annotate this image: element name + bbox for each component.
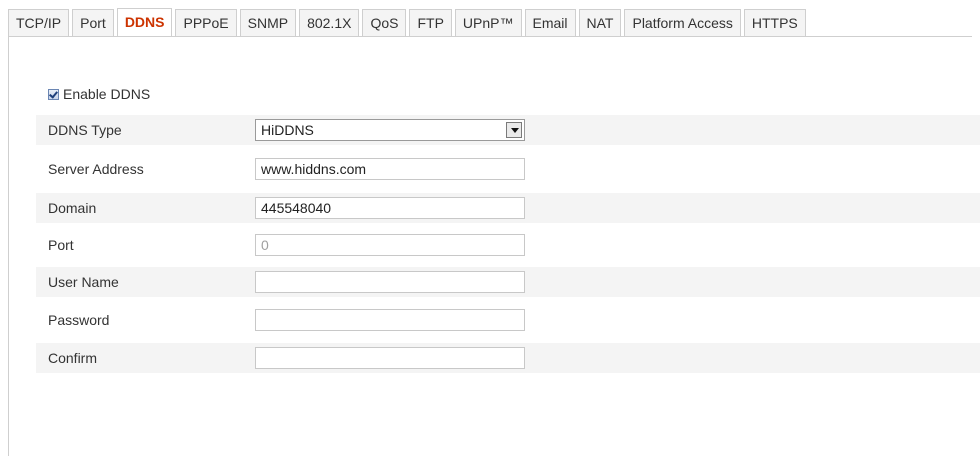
password-input[interactable] xyxy=(255,309,525,331)
enable-ddns-label: Enable DDNS xyxy=(63,86,151,102)
confirm-label: Confirm xyxy=(48,350,98,366)
port-label: Port xyxy=(48,237,74,253)
server-address-label: Server Address xyxy=(48,161,144,177)
tab-nat[interactable]: NAT xyxy=(578,9,622,37)
server-address-row: Server Address www.hiddns.com xyxy=(36,154,980,184)
tab-snmp[interactable]: SNMP xyxy=(239,9,297,37)
ddns-type-row: DDNS Type HiDDNS xyxy=(36,115,980,145)
confirm-row: Confirm xyxy=(36,343,980,373)
user-name-label: User Name xyxy=(48,274,119,290)
tab-ddns[interactable]: DDNS xyxy=(116,8,173,37)
tab-qos[interactable]: QoS xyxy=(362,9,407,37)
domain-input[interactable]: 445548040 xyxy=(255,197,525,219)
tab-ftp[interactable]: FTP xyxy=(409,9,452,37)
tab-8021x[interactable]: 802.1X xyxy=(299,9,360,37)
port-row: Port 0 xyxy=(36,230,980,260)
enable-ddns-checkbox[interactable] xyxy=(48,88,59,100)
chevron-down-icon[interactable] xyxy=(506,122,522,138)
tab-email[interactable]: Email xyxy=(524,9,576,37)
ddns-type-label: DDNS Type xyxy=(48,122,122,138)
tab-upnp[interactable]: UPnP™ xyxy=(454,9,522,37)
domain-label: Domain xyxy=(48,200,97,216)
server-address-input[interactable]: www.hiddns.com xyxy=(255,158,525,180)
tab-platform-access[interactable]: Platform Access xyxy=(624,9,741,37)
enable-ddns-row: Enable DDNS xyxy=(48,86,150,102)
ddns-type-value: HiDDNS xyxy=(261,122,314,138)
ddns-type-select[interactable]: HiDDNS xyxy=(255,119,525,141)
tab-bar: TCP/IP Port DDNS PPPoE SNMP 802.1X QoS F… xyxy=(8,8,972,37)
confirm-input[interactable] xyxy=(255,347,525,369)
tab-tcpip[interactable]: TCP/IP xyxy=(8,9,70,37)
tab-pppoe[interactable]: PPPoE xyxy=(175,9,237,37)
user-name-row: User Name xyxy=(36,267,980,297)
password-label: Password xyxy=(48,312,110,328)
tab-port[interactable]: Port xyxy=(72,9,114,37)
port-input[interactable]: 0 xyxy=(255,234,525,256)
password-row: Password xyxy=(36,305,980,335)
domain-row: Domain 445548040 xyxy=(36,193,980,223)
user-name-input[interactable] xyxy=(255,271,525,293)
tab-https[interactable]: HTTPS xyxy=(743,9,806,37)
